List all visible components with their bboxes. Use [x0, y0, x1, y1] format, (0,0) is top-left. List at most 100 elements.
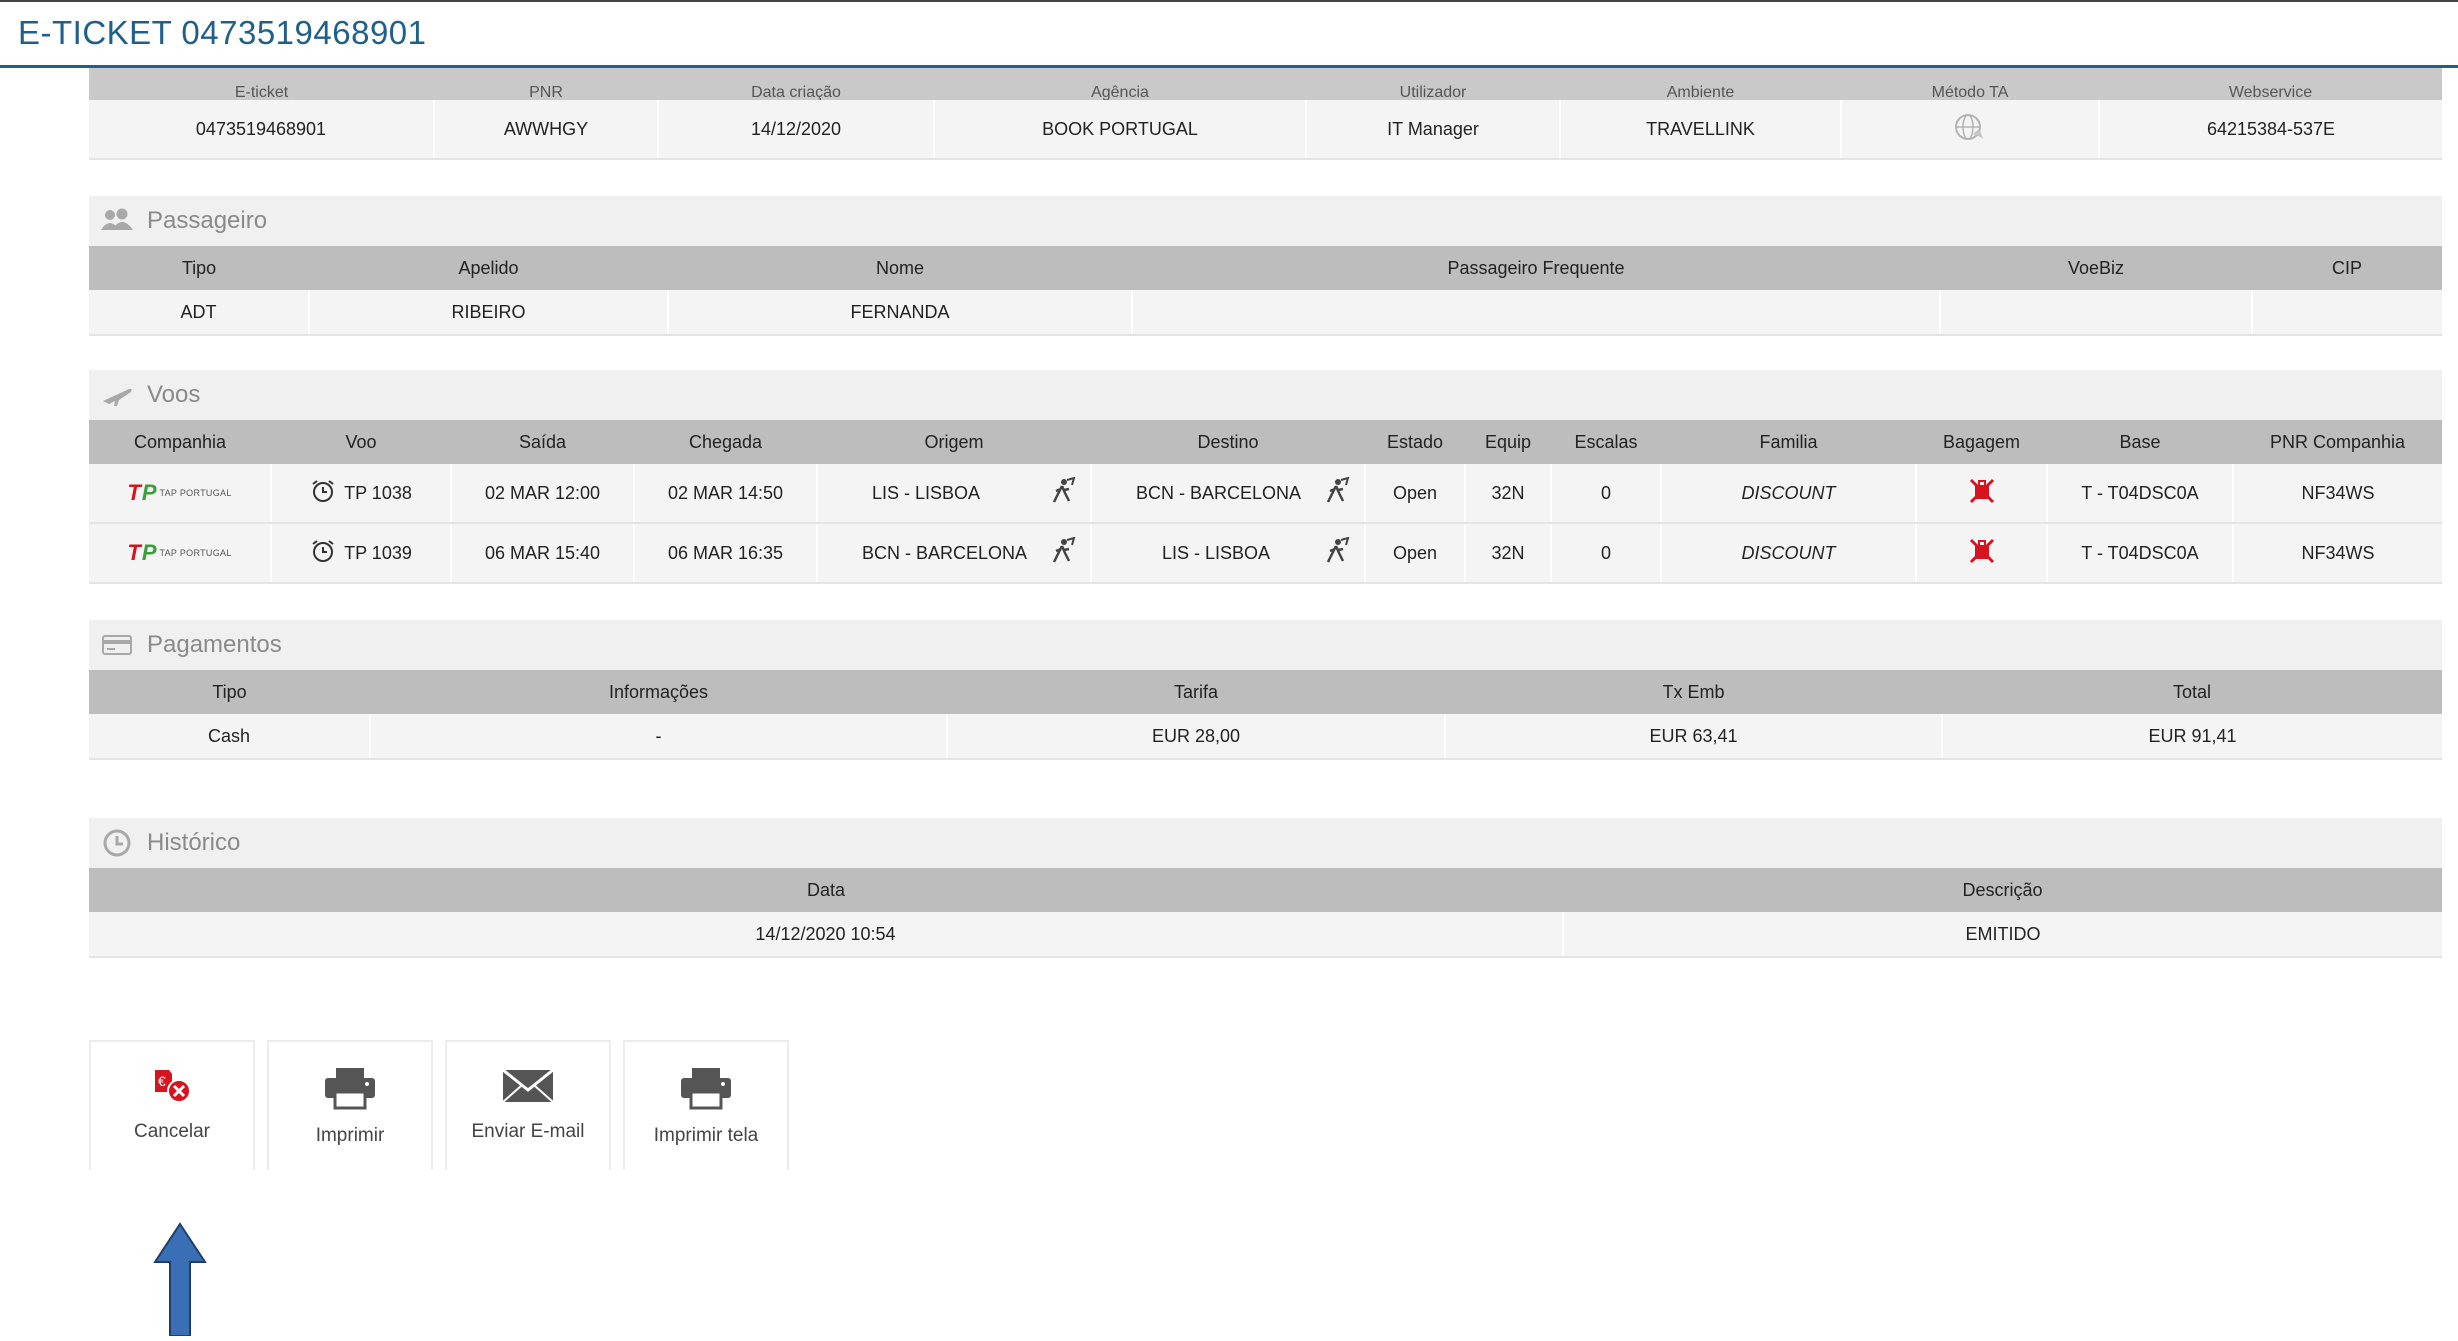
cancel-button-label: Cancelar	[133, 1121, 211, 1142]
table-row: 0473519468901 AWWHGY 14/12/2020 BOOK POR…	[89, 100, 2442, 160]
flight-destination: BCN - BARCELONA	[1091, 464, 1366, 524]
walking-person-icon[interactable]	[1048, 536, 1076, 570]
passengers-header-cip: CIP	[2252, 246, 2442, 290]
flights-header-chegada: Chegada	[634, 420, 817, 464]
ticket-eticket: 0473519468901	[89, 100, 435, 160]
send-email-button-label: Enviar E-mail	[471, 1121, 585, 1142]
ticket-header-webservice: Webservice	[2099, 68, 2442, 100]
payments-section-header: Pagamentos	[89, 620, 2442, 670]
flights-header-companhia: Companhia	[89, 420, 271, 464]
payments-section: Pagamentos Tipo Informações Tarifa Tx Em…	[89, 620, 2442, 760]
walking-person-icon[interactable]	[1048, 476, 1076, 510]
passengers-header-frequente: Passageiro Frequente	[1132, 246, 1940, 290]
ticket-header-method: Método TA	[1841, 68, 2099, 100]
ticket-pnr: AWWHGY	[434, 100, 659, 160]
passenger-frequente	[1132, 290, 1941, 336]
payments-header-tarifa: Tarifa	[947, 670, 1445, 714]
passengers-header-apelido: Apelido	[309, 246, 668, 290]
history-section: Histórico Data Descrição 14/12/2020 10:5…	[89, 818, 2442, 958]
flights-header-voo: Voo	[271, 420, 451, 464]
flight-arrival: 02 MAR 14:50	[634, 464, 818, 524]
walking-person-icon[interactable]	[1322, 476, 1350, 510]
passengers-section: Passageiro Tipo Apelido Nome Passageiro …	[89, 196, 2442, 336]
table-row: T P TAP PORTUGAL TP 1039 06 MAR 15:40 06 M…	[89, 523, 2442, 584]
ticket-webservice: 64215384-537E	[2099, 100, 2442, 160]
ticket-header-date: Data criação	[658, 68, 934, 100]
table-row: ADT RIBEIRO FERNANDA	[89, 290, 2442, 336]
no-baggage-icon[interactable]	[1967, 538, 1997, 570]
flights-section-title: Voos	[147, 381, 201, 408]
printer-icon	[678, 1066, 734, 1115]
payments-header-info: Informações	[370, 670, 947, 714]
payment-tx: EUR 63,41	[1445, 714, 1943, 760]
history-data: 14/12/2020 10:54	[89, 912, 1564, 958]
flight-airline: T P TAP PORTUGAL	[89, 464, 272, 524]
table-row: 14/12/2020 10:54 EMITIDO	[89, 912, 2442, 958]
passengers-header-nome: Nome	[668, 246, 1132, 290]
printer-icon	[322, 1066, 378, 1115]
ticket-agency: BOOK PORTUGAL	[934, 100, 1307, 160]
payment-total: EUR 91,41	[1942, 714, 2442, 760]
alarm-clock-icon[interactable]	[310, 538, 336, 569]
flights-header-pnr: PNR Companhia	[2233, 420, 2442, 464]
payments-table: Tipo Informações Tarifa Tx Emb Total Cas…	[89, 670, 2442, 760]
print-screen-button[interactable]: Imprimir tela	[623, 1040, 789, 1170]
history-header-desc: Descrição	[1563, 868, 2442, 912]
clock-icon	[99, 827, 135, 859]
flight-baggage	[1916, 464, 2048, 524]
passenger-voebiz	[1940, 290, 2253, 336]
history-section-header: Histórico	[89, 818, 2442, 868]
flight-family: DISCOUNT	[1661, 523, 1917, 584]
passengers-section-title: Passageiro	[147, 207, 268, 234]
envelope-icon	[500, 1066, 556, 1111]
users-icon	[99, 205, 135, 237]
table-row: Cash - EUR 28,00 EUR 63,41 EUR 91,41	[89, 714, 2442, 760]
no-baggage-icon[interactable]	[1967, 478, 1997, 510]
payment-tipo: Cash	[89, 714, 371, 760]
send-email-button[interactable]: Enviar E-mail	[445, 1040, 611, 1170]
ticket-header-env: Ambiente	[1560, 68, 1841, 100]
flight-equip: 32N	[1465, 523, 1552, 584]
passenger-cip	[2252, 290, 2442, 336]
payment-tarifa: EUR 28,00	[947, 714, 1446, 760]
plane-icon	[99, 379, 135, 411]
tap-logo: T P TAP PORTUGAL	[127, 540, 232, 565]
payments-header-tx: Tx Emb	[1445, 670, 1942, 714]
walking-person-icon[interactable]	[1322, 536, 1350, 570]
flights-section-header: Voos	[89, 370, 2442, 420]
flight-baggage	[1916, 523, 2048, 584]
passengers-section-header: Passageiro	[89, 196, 2442, 246]
globe-icon[interactable]	[1953, 113, 1987, 146]
flight-destination: LIS - LISBOA	[1091, 523, 1366, 584]
flight-pnr: NF34WS	[2233, 464, 2442, 524]
tap-logo: T P TAP PORTUGAL	[127, 480, 232, 505]
flight-stops: 0	[1551, 523, 1662, 584]
flights-header-escalas: Escalas	[1551, 420, 1661, 464]
history-table: Data Descrição 14/12/2020 10:54 EMITIDO	[89, 868, 2442, 958]
passengers-table: Tipo Apelido Nome Passageiro Frequente V…	[89, 246, 2442, 336]
flights-header-base: Base	[2047, 420, 2233, 464]
passenger-apelido: RIBEIRO	[309, 290, 669, 336]
print-button[interactable]: Imprimir	[267, 1040, 433, 1170]
flight-base: T - T04DSC0A	[2047, 523, 2234, 584]
flight-departure: 02 MAR 12:00	[451, 464, 635, 524]
flights-section: Voos Companhia Voo Saída Chegada Origem …	[89, 370, 2442, 584]
flight-stops: 0	[1551, 464, 1662, 524]
flights-header-saida: Saída	[451, 420, 634, 464]
passenger-tipo: ADT	[89, 290, 310, 336]
ticket-date: 14/12/2020	[658, 100, 935, 160]
passengers-header-tipo: Tipo	[89, 246, 309, 290]
flight-number: TP 1038	[271, 464, 452, 524]
history-section-title: Histórico	[147, 829, 241, 856]
table-row: T P TAP PORTUGAL TP 1038 02 MAR 12:00 02 M…	[89, 464, 2442, 524]
alarm-clock-icon[interactable]	[310, 478, 336, 509]
flight-equip: 32N	[1465, 464, 1552, 524]
print-screen-button-label: Imprimir tela	[653, 1125, 759, 1146]
history-header-data: Data	[89, 868, 1563, 912]
svg-text:€: €	[158, 1073, 166, 1089]
flight-base: T - T04DSC0A	[2047, 464, 2234, 524]
ticket-env: TRAVELLINK	[1560, 100, 1842, 160]
cancel-button[interactable]: € Cancelar	[89, 1040, 255, 1170]
flights-header-equip: Equip	[1465, 420, 1551, 464]
flights-table: Companhia Voo Saída Chegada Origem Desti…	[89, 420, 2442, 584]
